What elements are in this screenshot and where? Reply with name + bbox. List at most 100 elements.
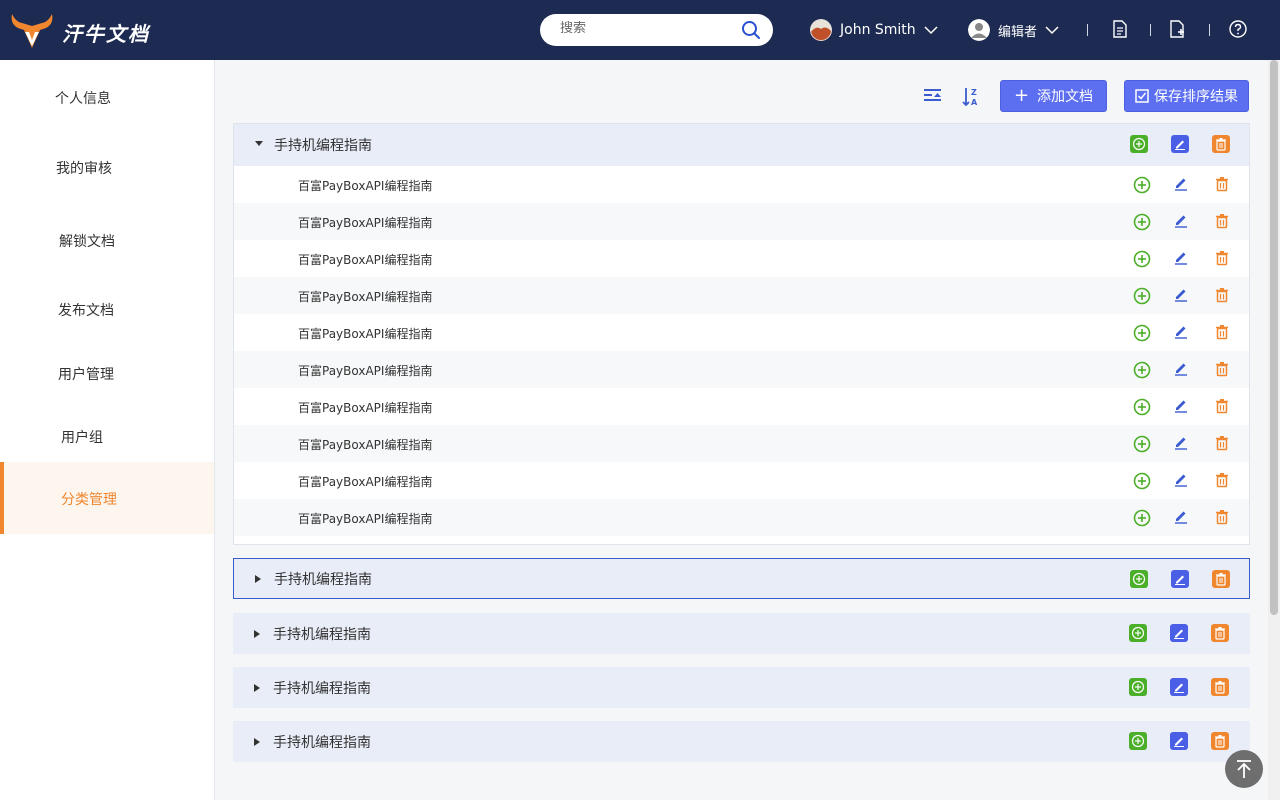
add-circle-icon[interactable]: [1133, 287, 1151, 309]
trash-icon[interactable]: [1215, 250, 1229, 270]
add-circle-icon[interactable]: [1129, 624, 1147, 642]
logo[interactable]: 汗牛文档: [8, 10, 150, 54]
svg-text:Z: Z: [971, 88, 977, 97]
category-group: 手持机编程指南: [233, 721, 1250, 762]
scrollbar[interactable]: [1268, 60, 1280, 800]
scrollbar-thumb[interactable]: [1270, 60, 1278, 615]
edit-icon[interactable]: [1173, 286, 1189, 306]
sidebar-item-my-review[interactable]: 我的审核: [0, 132, 214, 202]
edit-icon[interactable]: [1173, 434, 1189, 454]
sidebar-item-user-management[interactable]: 用户管理: [0, 342, 214, 406]
trash-icon[interactable]: [1215, 324, 1229, 344]
edit-icon[interactable]: [1173, 175, 1189, 195]
edit-icon[interactable]: [1173, 397, 1189, 417]
trash-icon[interactable]: [1212, 135, 1230, 153]
add-circle-icon[interactable]: [1129, 678, 1147, 696]
collapse-all-icon[interactable]: [923, 87, 942, 109]
plus-icon: +: [1013, 85, 1030, 106]
trash-icon[interactable]: [1215, 435, 1229, 455]
category-header[interactable]: 手持机编程指南: [233, 613, 1250, 654]
caret-right-icon[interactable]: [254, 574, 262, 584]
edit-icon[interactable]: [1173, 508, 1189, 528]
category-group: 手持机编程指南 百富PayBoxAPI编程指南 百富PayBoxAPI编程指南 百富…: [233, 123, 1250, 545]
document-row[interactable]: 百富PayBoxAPI编程指南: [234, 351, 1249, 388]
document-row[interactable]: 百富PayBoxAPI编程指南: [234, 203, 1249, 240]
category-header[interactable]: 手持机编程指南: [234, 124, 1249, 166]
add-circle-icon[interactable]: [1133, 509, 1151, 531]
document-row[interactable]: 百富PayBoxAPI编程指南: [234, 166, 1249, 203]
save-sort-button[interactable]: 保存排序结果: [1124, 80, 1249, 112]
caret-right-icon[interactable]: [253, 683, 261, 693]
document-row[interactable]: 百富PayBoxAPI编程指南: [234, 499, 1249, 536]
search-icon[interactable]: [741, 20, 761, 44]
edit-icon[interactable]: [1170, 624, 1188, 642]
add-circle-icon[interactable]: [1133, 213, 1151, 235]
edit-icon[interactable]: [1171, 570, 1189, 588]
trash-icon[interactable]: [1215, 361, 1229, 381]
category-header[interactable]: 手持机编程指南: [233, 721, 1250, 762]
back-to-top-button[interactable]: [1225, 750, 1263, 788]
document-name: 百富PayBoxAPI编程指南: [298, 401, 433, 415]
add-circle-icon[interactable]: [1133, 361, 1151, 383]
trash-icon[interactable]: [1215, 176, 1229, 196]
caret-right-icon[interactable]: [253, 629, 261, 639]
chevron-down-icon: [1045, 26, 1059, 35]
add-circle-icon[interactable]: [1133, 250, 1151, 272]
role-menu[interactable]: 编辑者: [968, 19, 1059, 41]
add-circle-icon[interactable]: [1133, 176, 1151, 198]
edit-icon[interactable]: [1171, 135, 1189, 153]
role-label: 编辑者: [998, 24, 1038, 40]
new-document-icon[interactable]: [1169, 20, 1187, 42]
add-document-label: 添加文档: [1037, 89, 1094, 105]
caret-down-icon[interactable]: [254, 140, 264, 148]
edit-icon[interactable]: [1170, 732, 1188, 750]
edit-icon[interactable]: [1173, 360, 1189, 380]
edit-icon[interactable]: [1173, 323, 1189, 343]
document-name: 百富PayBoxAPI编程指南: [298, 216, 433, 230]
add-circle-icon[interactable]: [1133, 472, 1151, 494]
edit-icon[interactable]: [1170, 678, 1188, 696]
search-input[interactable]: [560, 21, 730, 36]
category-group: 手持机编程指南: [233, 613, 1250, 654]
trash-icon[interactable]: [1211, 678, 1229, 696]
edit-icon[interactable]: [1173, 471, 1189, 491]
help-icon[interactable]: [1229, 20, 1247, 42]
document-row[interactable]: 百富PayBoxAPI编程指南: [234, 240, 1249, 277]
trash-icon[interactable]: [1215, 509, 1229, 529]
category-header[interactable]: 手持机编程指南: [234, 559, 1249, 598]
divider: [1209, 24, 1210, 36]
trash-icon[interactable]: [1215, 398, 1229, 418]
category-header[interactable]: 手持机编程指南: [233, 667, 1250, 708]
edit-icon[interactable]: [1173, 249, 1189, 269]
user-menu[interactable]: John Smith: [810, 19, 938, 41]
trash-icon[interactable]: [1212, 570, 1230, 588]
add-circle-icon[interactable]: [1130, 570, 1148, 588]
edit-icon[interactable]: [1173, 212, 1189, 232]
sidebar-item-profile[interactable]: 个人信息: [0, 60, 214, 132]
add-circle-icon[interactable]: [1133, 435, 1151, 457]
document-row[interactable]: 百富PayBoxAPI编程指南: [234, 277, 1249, 314]
sidebar-item-unlock-docs[interactable]: 解锁文档: [0, 202, 214, 274]
sidebar-item-user-groups[interactable]: 用户组: [0, 406, 214, 462]
add-circle-icon[interactable]: [1130, 135, 1148, 153]
add-circle-icon[interactable]: [1133, 398, 1151, 420]
document-row[interactable]: 百富PayBoxAPI编程指南: [234, 314, 1249, 351]
document-icon[interactable]: [1112, 20, 1128, 42]
sidebar-item-publish-docs[interactable]: 发布文档: [0, 274, 214, 342]
caret-right-icon[interactable]: [253, 737, 261, 747]
trash-icon[interactable]: [1211, 732, 1229, 750]
trash-icon[interactable]: [1215, 213, 1229, 233]
sidebar-item-category-management[interactable]: 分类管理: [0, 462, 214, 534]
sort-az-icon[interactable]: ZA: [962, 87, 980, 111]
add-circle-icon[interactable]: [1133, 324, 1151, 346]
trash-icon[interactable]: [1211, 624, 1229, 642]
trash-icon[interactable]: [1215, 287, 1229, 307]
user-avatar: [810, 19, 832, 41]
search-box[interactable]: [540, 14, 773, 46]
add-circle-icon[interactable]: [1129, 732, 1147, 750]
trash-icon[interactable]: [1215, 472, 1229, 492]
document-row[interactable]: 百富PayBoxAPI编程指南: [234, 462, 1249, 499]
add-document-button[interactable]: + 添加文档: [1000, 80, 1107, 112]
document-row[interactable]: 百富PayBoxAPI编程指南: [234, 388, 1249, 425]
document-row[interactable]: 百富PayBoxAPI编程指南: [234, 425, 1249, 462]
